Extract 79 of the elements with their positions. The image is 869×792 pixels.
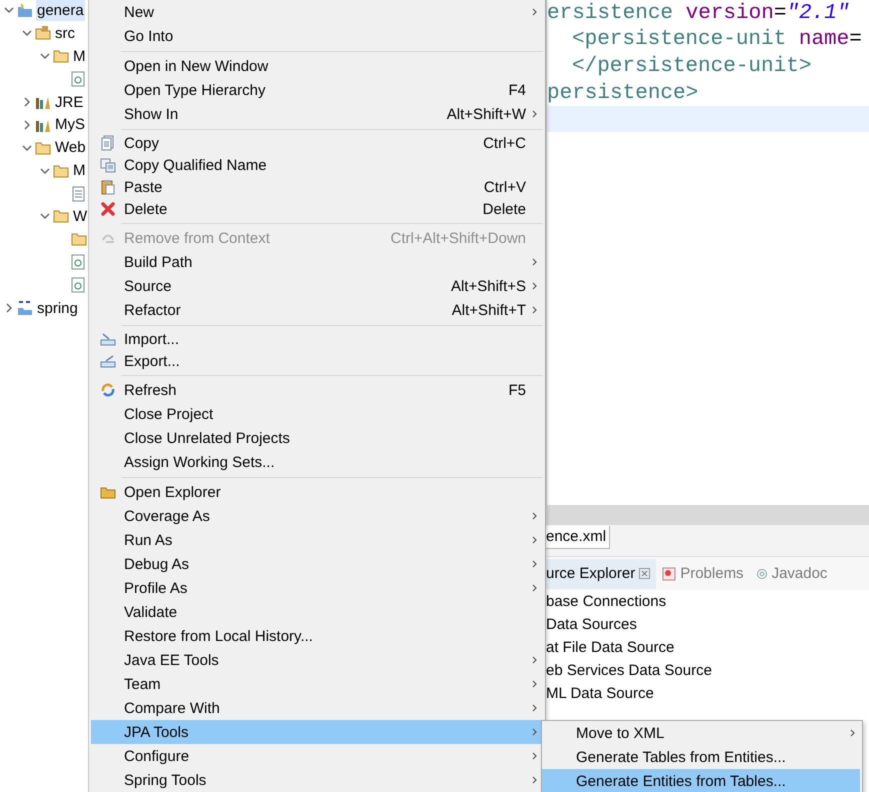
tree-item[interactable]: W [72,206,88,227]
view-tab[interactable]: Javadoc [756,558,834,588]
code-token: version [686,2,774,25]
paste-icon [100,179,114,195]
menu-item[interactable]: Java EE Tools [91,648,542,672]
view-tab[interactable]: Problems [662,558,750,588]
menu-item[interactable]: Open in New Window [91,54,542,78]
menu-item[interactable]: Show In Alt+Shift+W [91,102,542,126]
menu-item[interactable]: Paste Ctrl+V [91,176,542,198]
menu-item[interactable]: Build Path [91,250,542,274]
folder-icon [53,162,69,179]
menu-item[interactable]: Refactor Alt+Shift+T [91,298,542,322]
package-folder-icon [35,25,51,42]
folder-icon [100,486,116,498]
menu-item[interactable]: Refresh F5 [91,378,542,402]
tree-item[interactable]: MyS [54,114,86,136]
menu-item[interactable]: Validate [91,600,542,624]
spring-project-icon [17,300,33,316]
tree-item[interactable]: genera [36,0,85,21]
tree-item[interactable]: Web [54,137,87,158]
problems-icon [662,566,676,580]
data-source-item[interactable]: base Connections [546,590,869,613]
tree-item[interactable]: src [54,22,76,44]
menu-item[interactable]: Compare With [91,696,542,720]
view-tab[interactable]: urce Explorer [546,558,656,588]
folder-icon [53,208,69,224]
menu-item[interactable]: Debug As [91,552,542,576]
menu-item[interactable]: Team [91,672,542,696]
menu-item[interactable]: Profile As [91,576,542,600]
copy-icon [100,135,114,151]
delete-icon [100,202,114,216]
menu-item[interactable]: Move to XML [542,721,860,745]
import-icon [100,332,116,346]
menu-item[interactable]: Configure [91,744,542,768]
copy-icon [100,158,116,172]
menu-item[interactable]: Restore from Local History... [91,624,542,648]
menu-item[interactable]: New [91,0,542,24]
tree-item[interactable]: spring [36,298,79,319]
code-token: name [798,28,850,52]
close-icon[interactable] [639,568,650,579]
menu-item[interactable]: Copy Qualified Name [91,154,542,176]
data-source-item[interactable]: Data Sources [546,613,869,636]
code-token: persistence> [547,82,698,105]
menu-item[interactable]: Close Unrelated Projects [91,426,542,450]
code-token: = [774,2,786,25]
menu-item[interactable]: JPA Tools [91,720,542,744]
menu-item[interactable]: Import... [91,328,542,350]
data-source-item[interactable]: ML Data Source [546,682,869,705]
code-token: "2.1" [786,2,850,25]
menu-item[interactable]: Open Explorer [91,480,542,504]
menu-item[interactable]: Open Type Hierarchy F4 [91,78,542,102]
project-icon [17,2,33,18]
editor-tab[interactable]: ence.xml [546,526,610,549]
menu-item[interactable]: Run As [91,528,542,552]
menu-item[interactable]: Coverage As [91,504,542,528]
code-token: ersistence [547,2,674,25]
remove-icon [100,232,114,244]
menu-item[interactable]: Spring Tools [91,768,542,792]
tree-item[interactable]: JRE [54,92,84,112]
tree-item[interactable]: M [72,160,86,182]
menu-item[interactable]: Generate Entities from Tables... [542,769,860,792]
menu-item[interactable]: Go Into [91,24,542,48]
code-token: <persistence-unit [572,28,786,52]
menu-item[interactable]: Generate Tables from Entities... [542,745,860,769]
data-source-item[interactable]: at File Data Source [546,636,869,659]
code-token: = [849,28,862,52]
folder-icon [35,140,51,156]
menu-item[interactable]: Assign Working Sets... [91,450,542,474]
menu-item[interactable]: Export... [91,350,542,372]
tree-item[interactable]: M [72,46,86,67]
refresh-icon [100,382,116,398]
menu-item[interactable]: Close Project [91,402,542,426]
menu-item[interactable]: Delete Delete [91,198,542,220]
data-source-item[interactable]: eb Services Data Source [546,659,869,682]
folder-icon [53,48,69,64]
export-icon [100,354,116,368]
menu-item[interactable]: Source Alt+Shift+S [91,274,542,298]
menu-item[interactable]: Copy Ctrl+C [91,132,542,154]
code-token: </persistence-unit> [572,54,812,78]
